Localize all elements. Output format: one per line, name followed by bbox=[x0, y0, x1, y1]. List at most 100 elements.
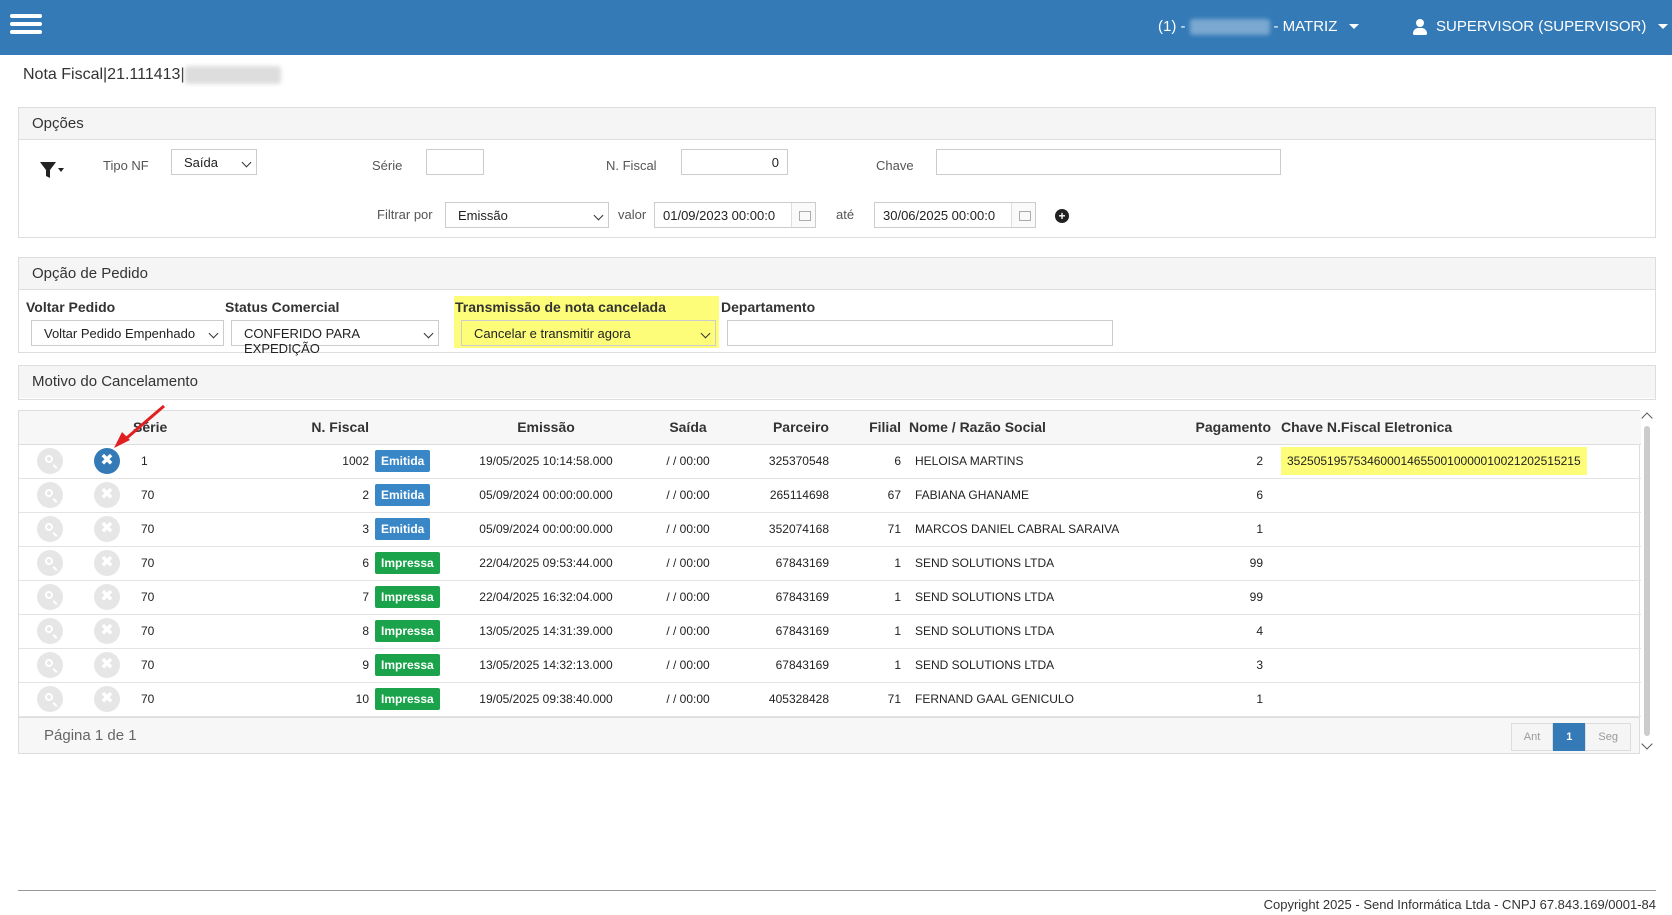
scroll-up-icon[interactable] bbox=[1641, 412, 1653, 424]
cancel-nf-icon[interactable]: ✖ bbox=[94, 482, 120, 508]
scroll-down-icon[interactable] bbox=[1641, 738, 1653, 750]
chevron-down-icon bbox=[241, 157, 252, 168]
emissao-cell: 13/05/2025 14:32:13.000 bbox=[451, 648, 641, 683]
tipo-nf-select[interactable]: Saída bbox=[171, 149, 257, 175]
parceiro-cell: 67843169 bbox=[735, 580, 837, 615]
col-header-saida[interactable]: Saída bbox=[641, 411, 735, 445]
table-row[interactable]: ✖ 70 9 Impressa 13/05/2025 14:32:13.000/ / 0… bbox=[19, 648, 1641, 683]
parceiro-cell: 325370548 bbox=[735, 444, 837, 479]
chave-value: 3525051957534600014655001000001002120251… bbox=[1281, 447, 1587, 475]
nome-cell: FERNAND GAAL GENICULO bbox=[905, 682, 1155, 717]
pagamento-cell: 99 bbox=[1155, 546, 1277, 581]
chave-input[interactable] bbox=[936, 149, 1281, 175]
search-icon[interactable] bbox=[37, 618, 63, 644]
filial-cell: 67 bbox=[837, 478, 905, 513]
nome-cell: SEND SOLUTIONS LTDA bbox=[905, 580, 1155, 615]
view-cell bbox=[19, 682, 81, 717]
col-header-parceiro[interactable]: Parceiro bbox=[735, 411, 837, 445]
company-name-redacted bbox=[1189, 18, 1270, 35]
cancel-cell: ✖ bbox=[81, 512, 133, 547]
search-icon[interactable] bbox=[37, 516, 63, 542]
cancel-nf-icon[interactable]: ✖ bbox=[94, 584, 120, 610]
status-cell: Impressa bbox=[375, 546, 451, 581]
voltar-select[interactable]: Voltar Pedido Empenhado bbox=[31, 320, 224, 346]
filter-icon[interactable] bbox=[39, 160, 65, 180]
copyright: Copyright 2025 - Send Informática Ltda -… bbox=[1263, 897, 1656, 912]
col-header-nfiscal[interactable]: N. Fiscal bbox=[205, 411, 375, 445]
search-icon[interactable] bbox=[37, 482, 63, 508]
transmissao-select[interactable]: Cancelar e transmitir agora bbox=[461, 320, 716, 346]
pagamento-cell: 4 bbox=[1155, 614, 1277, 649]
table-row[interactable]: ✖ 70 10 Impressa 19/05/2025 09:38:40.000/ / … bbox=[19, 682, 1641, 717]
search-icon[interactable] bbox=[37, 652, 63, 678]
cancel-nf-icon[interactable]: ✖ bbox=[94, 686, 120, 712]
nfiscal-cell: 3 bbox=[205, 512, 375, 547]
serie-cell: 70 bbox=[133, 648, 205, 683]
chave-cell bbox=[1277, 580, 1641, 615]
departamento-label: Departamento bbox=[721, 299, 816, 315]
motivo-panel[interactable]: Motivo do Cancelamento bbox=[18, 365, 1656, 400]
table-row[interactable]: ✖ 70 2 Emitida 05/09/2024 00:00:00.000/ / 00… bbox=[19, 478, 1641, 513]
table-row[interactable]: ✖ 70 6 Impressa 22/04/2025 09:53:44.000/ / 0… bbox=[19, 546, 1641, 581]
col-header-pagamento[interactable]: Pagamento bbox=[1155, 411, 1277, 445]
table-row[interactable]: ✖ 1 1002 Emitida 19/05/2025 10:14:58.000/ / … bbox=[19, 444, 1641, 479]
nfiscal-cell: 7 bbox=[205, 580, 375, 615]
col-header-nome[interactable]: Nome / Razão Social bbox=[905, 411, 1155, 445]
cancel-cell: ✖ bbox=[81, 614, 133, 649]
col-header-filial[interactable]: Filial bbox=[837, 411, 905, 445]
menu-icon[interactable] bbox=[10, 14, 42, 38]
serie-input[interactable] bbox=[426, 149, 484, 175]
parceiro-cell: 67843169 bbox=[735, 546, 837, 581]
caret-down-icon bbox=[1349, 24, 1360, 29]
ate-date-input[interactable]: 30/06/2025 00:00:0 bbox=[874, 202, 1036, 228]
search-icon[interactable] bbox=[37, 448, 63, 474]
search-icon[interactable] bbox=[37, 550, 63, 576]
filtrar-select[interactable]: Emissão bbox=[445, 202, 609, 228]
col-header-chave[interactable]: Chave N.Fiscal Eletronica bbox=[1277, 411, 1641, 445]
cancel-cell: ✖ bbox=[81, 648, 133, 683]
user-menu[interactable]: SUPERVISOR (SUPERVISOR) bbox=[1412, 18, 1669, 35]
valor-date-input[interactable]: 01/09/2023 00:00:0 bbox=[654, 202, 816, 228]
status-value: CONFERIDO PARA EXPEDIÇÃO bbox=[244, 326, 360, 356]
scroll-thumb[interactable] bbox=[1644, 426, 1650, 736]
cancel-nf-icon[interactable]: ✖ bbox=[94, 618, 120, 644]
caret-down-icon bbox=[1658, 24, 1669, 29]
cancel-nf-icon[interactable]: ✖ bbox=[94, 550, 120, 576]
parceiro-cell: 352074168 bbox=[735, 512, 837, 547]
nfiscal-cell: 6 bbox=[205, 546, 375, 581]
filial-cell: 1 bbox=[837, 648, 905, 683]
search-icon[interactable] bbox=[37, 686, 63, 712]
nfiscal-input[interactable] bbox=[681, 149, 788, 175]
filial-cell: 1 bbox=[837, 580, 905, 615]
col-header-emissao[interactable]: Emissão bbox=[451, 411, 641, 445]
calendar-icon[interactable] bbox=[791, 203, 815, 227]
serie-cell: 70 bbox=[133, 614, 205, 649]
cancel-nf-icon[interactable]: ✖ bbox=[94, 652, 120, 678]
chave-cell bbox=[1277, 682, 1641, 717]
search-icon[interactable] bbox=[37, 584, 63, 610]
table-row[interactable]: ✖ 70 3 Emitida 05/09/2024 00:00:00.000/ / 00… bbox=[19, 512, 1641, 547]
status-label: Status Comercial bbox=[225, 299, 340, 315]
status-select[interactable]: CONFERIDO PARA EXPEDIÇÃO bbox=[231, 320, 439, 356]
saida-cell: / / 00:00 bbox=[641, 444, 735, 479]
add-filter-icon[interactable]: + bbox=[1055, 209, 1069, 223]
pagamento-cell: 2 bbox=[1155, 444, 1277, 479]
cancel-nf-icon[interactable]: ✖ bbox=[94, 516, 120, 542]
user-label: SUPERVISOR (SUPERVISOR) bbox=[1436, 18, 1647, 35]
serie-cell: 70 bbox=[133, 546, 205, 581]
chevron-down-icon bbox=[593, 210, 604, 221]
pager-current[interactable]: 1 bbox=[1553, 723, 1586, 751]
status-cell: Impressa bbox=[375, 648, 451, 683]
emissao-cell: 13/05/2025 14:31:39.000 bbox=[451, 614, 641, 649]
calendar-icon[interactable] bbox=[1011, 203, 1035, 227]
company-selector[interactable]: (1) - - MATRIZ bbox=[1158, 18, 1360, 35]
table-row[interactable]: ✖ 70 7 Impressa 22/04/2025 16:32:04.000/ / 0… bbox=[19, 580, 1641, 615]
departamento-input[interactable] bbox=[727, 320, 1113, 346]
table-row[interactable]: ✖ 70 8 Impressa 13/05/2025 14:31:39.000/ / 0… bbox=[19, 614, 1641, 649]
pager-next[interactable]: Seg bbox=[1585, 723, 1631, 751]
table-scrollbar[interactable] bbox=[1641, 410, 1653, 754]
pager-prev[interactable]: Ant bbox=[1510, 723, 1554, 751]
chave-cell bbox=[1277, 512, 1641, 547]
nfiscal-cell: 9 bbox=[205, 648, 375, 683]
parceiro-cell: 405328428 bbox=[735, 682, 837, 717]
